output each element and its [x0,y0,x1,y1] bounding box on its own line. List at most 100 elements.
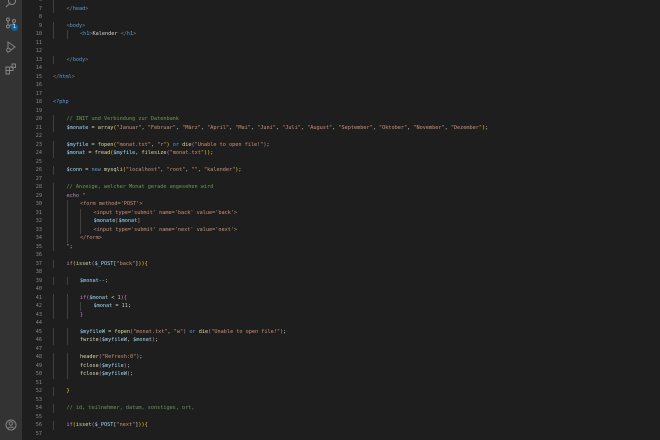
code-line[interactable]: 49 fclose($myfile); [22,361,660,370]
code-line[interactable]: 32 $monate[$monat] [22,217,660,226]
code-line[interactable]: 15 </html> [22,73,660,82]
code-line[interactable]: 8 [22,13,660,22]
line-number: 7 [38,5,42,12]
code-token: "April" [207,124,229,131]
code-token: ; [127,303,131,309]
code-token: // INIT und Verbindung zur Datenbank [66,116,179,122]
code-line[interactable]: 31 <input type='submit' name='back' value… [22,208,660,217]
indent-guide [66,370,68,379]
indent-guide [53,166,54,175]
line-number: 24 [35,150,42,156]
code-line[interactable]: 18 <?php [22,98,660,107]
code-token: $monat [118,218,138,224]
line-code: $monate = array("Januar", "Februar", "Mä… [67,124,489,133]
code-token: fread [94,150,111,156]
code-line[interactable]: 52} [22,387,660,396]
indent-guide [80,217,81,226]
code-token: $monate [93,218,116,224]
code-line[interactable]: 11 [22,39,660,48]
code-line[interactable]: 9 <body> [22,21,660,31]
code-token: body [69,22,83,29]
line-number: 38 [35,269,42,275]
line-number: 39 [35,277,42,284]
code-line[interactable]: 43} [22,310,660,319]
code-line[interactable]: 25 [22,158,660,167]
code-line[interactable]: 22 [22,132,660,141]
search-icon[interactable] [3,0,19,12]
code-token: = [88,124,98,131]
code-line[interactable]: 17 [22,90,660,99]
code-line[interactable]: 10 <h1>Kalender </h1> [22,30,660,39]
code-token: "Unable to open file!" [194,141,264,148]
indent-guide [66,208,68,217]
line-code: <body> [67,22,86,31]
code-line[interactable]: 42 $monat = 11; [22,302,660,311]
line-number: 34 [35,235,42,241]
code-line[interactable]: 19 [22,107,660,116]
code-line[interactable]: 23 $myfile = fopen("monat.txt", "r") or d… [22,140,660,150]
code-token: > [71,73,75,80]
line-code: $conn = new mysqli("localhost", "root", … [67,166,242,175]
code-line[interactable]: 16 [22,81,660,90]
code-line[interactable]: 40 [22,285,660,294]
code-token: header [80,354,99,360]
code-line[interactable]: 13 </body> [22,55,660,64]
code-line[interactable]: 34 </form> [22,234,660,243]
code-line[interactable]: 27 [22,175,660,184]
line-number: 55 [35,413,42,420]
code-line[interactable]: 24 $monat = fread($myfile, filesize("mona… [22,149,660,158]
code-line[interactable]: 20 // INIT und Verbindung zur Datenbank [22,115,660,124]
code-line[interactable]: 14 [22,64,660,73]
code-line[interactable]: 50 fclose($myfileW); [22,370,660,379]
code-line[interactable]: 41 if($monat < 1){ [22,293,660,302]
line-number: 42 [35,303,42,309]
code-line[interactable]: 55 [22,413,660,422]
code-editor[interactable]: 6 7 </head> 8 9 <body> 10 <h1>Kalender </h1> 11 1… [22,0,660,440]
code-line[interactable]: 12 [22,47,660,56]
indent-guide [66,225,68,234]
code-line[interactable]: 48 header("Refresh:0"); [22,353,660,362]
indent-guide [53,123,54,132]
line-code: $monat = 11; [94,302,132,311]
line-code: fclose($myfileW); [80,370,133,379]
code-token: fopen [97,141,114,148]
line-code: $myfileW = fopen("monat.txt", "w") or di… [80,328,286,337]
code-token: "localhost" [125,167,161,173]
code-line[interactable]: 46 fwrite($myfileW, $monat); [22,336,660,345]
code-line[interactable]: 29 echo " [22,191,660,200]
code-line[interactable]: 39 $monat--; [22,276,660,285]
code-line[interactable]: 28 // Anzeige, welcher Monat gerade anges… [22,183,660,192]
indent-guide [53,276,54,285]
indent-guide [53,191,54,200]
line-number: 25 [35,158,42,165]
code-line[interactable]: 47 [22,345,660,354]
code-line[interactable]: 56 if(isset($_POST["next"])){ [22,421,660,430]
code-line[interactable]: 45 $myfileW = fopen("monat.txt", "w") or … [22,327,660,337]
code-line[interactable]: 35 "; [22,242,660,251]
code-line[interactable]: 37 if(isset($_POST["back"])){ [22,259,660,268]
indent-guide [53,242,54,251]
run-debug-icon[interactable] [3,41,19,57]
indent-guide [53,30,54,39]
line-code: $myfile = fopen("monat.txt", "r") or die… [67,141,270,150]
code-line[interactable]: 51 [22,379,660,388]
code-line[interactable]: 53 [22,396,660,405]
code-line[interactable]: 36 [22,251,660,260]
code-line[interactable]: 7 </head> [22,4,660,13]
code-line[interactable]: 38 [22,268,660,277]
indent-guide [53,149,54,158]
code-token: "Dezember" [450,124,483,131]
account-icon[interactable] [3,419,19,435]
code-line[interactable]: 44 [22,319,660,328]
code-token: or [172,141,183,148]
code-token: fwrite [80,337,99,343]
extensions-icon[interactable] [3,63,19,79]
code-line[interactable]: 54 // id, teilnehmer, datum, sonstiges, o… [22,404,660,413]
code-line[interactable]: 26 $conn = new mysqli("localhost", "root"… [22,166,660,175]
code-line[interactable]: 21 $monate = array("Januar", "Februar", "… [22,123,660,133]
code-token: die [198,328,209,335]
code-line[interactable]: 57 [22,430,660,439]
code-line[interactable]: 33 <input type='submit' name='next' value… [22,225,660,234]
code-line[interactable]: 30 <form method='POST'> [22,200,660,209]
indent-guide [53,4,54,13]
